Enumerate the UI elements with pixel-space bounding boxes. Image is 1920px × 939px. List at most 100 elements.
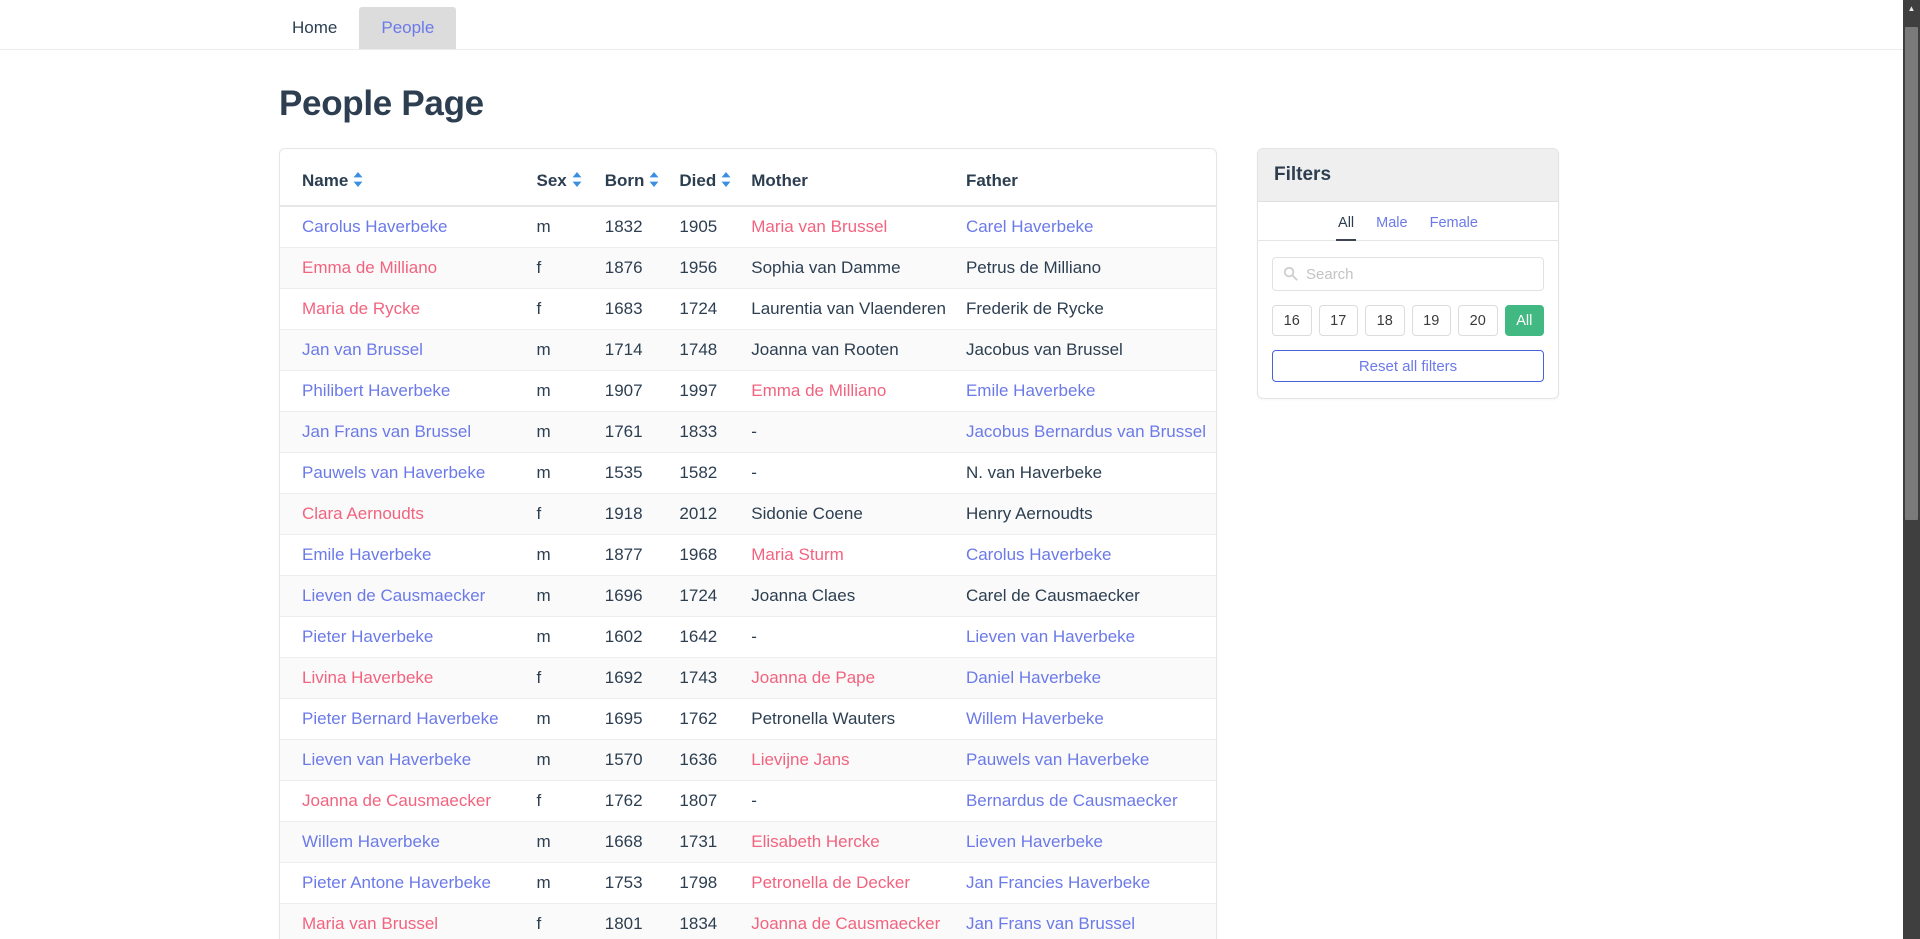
cell-mother: - xyxy=(741,452,956,494)
cell-died: 1833 xyxy=(669,411,742,453)
gender-filter-female[interactable]: Female xyxy=(1428,212,1480,241)
father-link[interactable]: Jan Francies Haverbeke xyxy=(966,873,1150,892)
search-input[interactable] xyxy=(1272,257,1544,291)
father-link[interactable]: Lieven Haverbeke xyxy=(966,832,1103,851)
person-name-link[interactable]: Emma de Milliano xyxy=(302,258,437,277)
gender-filter-all[interactable]: All xyxy=(1336,212,1357,241)
cell-person-name: Lieven de Causmaecker xyxy=(280,575,527,617)
person-name-link[interactable]: Pieter Haverbeke xyxy=(302,627,433,646)
sex-text: m xyxy=(536,586,551,605)
cell-sex: m xyxy=(526,862,595,904)
cell-father: Pauwels van Haverbeke xyxy=(955,739,1216,781)
person-name-link[interactable]: Pieter Antone Haverbeke xyxy=(302,873,491,892)
mother-link[interactable]: Lievijne Jans xyxy=(751,750,849,769)
cell-father: Frederik de Rycke xyxy=(955,288,1216,330)
cell-father: Willem Haverbeke xyxy=(955,698,1216,740)
cell-born: 1695 xyxy=(594,698,670,740)
cell-sex: m xyxy=(526,452,595,494)
cell-person-name: Lieven van Haverbeke xyxy=(280,739,527,781)
century-filter-20[interactable]: 20 xyxy=(1458,305,1498,336)
cell-sex: m xyxy=(526,575,595,617)
cell-died: 1731 xyxy=(669,821,742,863)
cell-father: Emile Haverbeke xyxy=(955,370,1216,412)
person-name-link[interactable]: Clara Aernoudts xyxy=(302,504,424,523)
reset-all-filters-button[interactable]: Reset all filters xyxy=(1272,350,1544,382)
father-link[interactable]: Pauwels van Haverbeke xyxy=(966,750,1149,769)
person-name-link[interactable]: Pauwels van Haverbeke xyxy=(302,463,485,482)
father-link[interactable]: Jacobus Bernardus van Brussel xyxy=(966,422,1206,441)
died-text: 1956 xyxy=(679,258,718,277)
died-text: 1834 xyxy=(679,914,718,933)
person-name-link[interactable]: Maria van Brussel xyxy=(302,914,438,933)
father-link[interactable]: Carolus Haverbeke xyxy=(966,545,1112,564)
cell-person-name: Pauwels van Haverbeke xyxy=(280,452,527,494)
died-text: 1731 xyxy=(679,832,718,851)
father-link[interactable]: Bernardus de Causmaecker xyxy=(966,791,1178,810)
mother-link[interactable]: Emma de Milliano xyxy=(751,381,886,400)
cell-born: 1753 xyxy=(594,862,670,904)
mother-link[interactable]: Joanna de Causmaecker xyxy=(751,914,940,933)
century-filter-19[interactable]: 19 xyxy=(1411,305,1451,336)
mother-link[interactable]: Maria Sturm xyxy=(751,545,844,564)
person-name-link[interactable]: Willem Haverbeke xyxy=(302,832,440,851)
born-text: 1714 xyxy=(604,340,643,359)
sort-arrows-icon[interactable] xyxy=(721,172,731,187)
father-link[interactable]: Carel Haverbeke xyxy=(966,217,1094,236)
cell-died: 1724 xyxy=(669,288,742,330)
table-row: Livina Haverbeke f 1692 1743 Joanna de Pape D… xyxy=(280,657,1216,699)
person-name-link[interactable]: Lieven de Causmaecker xyxy=(302,586,485,605)
column-header-name[interactable]: Name xyxy=(280,149,527,207)
father-text: Henry Aernoudts xyxy=(965,504,1093,523)
person-name-link[interactable]: Lieven van Haverbeke xyxy=(302,750,471,769)
sex-text: m xyxy=(536,381,551,400)
cell-person-name: Jan van Brussel xyxy=(280,329,527,371)
mother-link[interactable]: Maria van Brussel xyxy=(751,217,887,236)
sex-text: m xyxy=(536,217,551,236)
scrollbar-up-arrow-icon[interactable]: ▲ xyxy=(1903,0,1920,17)
scrollbar-thumb[interactable] xyxy=(1905,27,1918,520)
column-header-father: Father xyxy=(955,149,1216,207)
century-filter-17[interactable]: 17 xyxy=(1318,305,1358,336)
person-name-link[interactable]: Livina Haverbeke xyxy=(302,668,433,687)
father-link[interactable]: Emile Haverbeke xyxy=(966,381,1095,400)
person-name-link[interactable]: Emile Haverbeke xyxy=(302,545,431,564)
person-name-link[interactable]: Pieter Bernard Haverbeke xyxy=(302,709,499,728)
column-header-sex[interactable]: Sex xyxy=(526,149,595,207)
century-filter-16[interactable]: 16 xyxy=(1272,305,1312,336)
father-link[interactable]: Daniel Haverbeke xyxy=(966,668,1101,687)
father-link[interactable]: Lieven van Haverbeke xyxy=(966,627,1135,646)
nav-tab-people[interactable]: People xyxy=(359,7,457,49)
sex-text: f xyxy=(536,914,542,933)
sort-arrows-icon[interactable] xyxy=(572,172,582,187)
father-link[interactable]: Willem Haverbeke xyxy=(966,709,1104,728)
person-name-link[interactable]: Joanna de Causmaecker xyxy=(302,791,491,810)
page-scrollbar[interactable]: ▲ xyxy=(1903,0,1920,939)
father-link[interactable]: Jan Frans van Brussel xyxy=(966,914,1135,933)
cell-died: 1798 xyxy=(669,862,742,904)
mother-link[interactable]: Joanna de Pape xyxy=(751,668,875,687)
cell-father: Jan Francies Haverbeke xyxy=(955,862,1216,904)
column-header-born[interactable]: Born xyxy=(594,149,670,207)
century-filter-18[interactable]: 18 xyxy=(1365,305,1405,336)
search-field-wrapper xyxy=(1258,241,1558,291)
person-name-link[interactable]: Jan Frans van Brussel xyxy=(302,422,471,441)
nav-tab-home[interactable]: Home xyxy=(270,7,359,49)
sort-arrows-icon[interactable] xyxy=(353,172,363,187)
century-filter-all[interactable]: All xyxy=(1504,305,1544,336)
mother-link[interactable]: Petronella de Decker xyxy=(751,873,910,892)
person-name-link[interactable]: Philibert Haverbeke xyxy=(302,381,450,400)
person-name-link[interactable]: Jan van Brussel xyxy=(302,340,423,359)
person-name-link[interactable]: Carolus Haverbeke xyxy=(302,217,448,236)
sort-arrows-icon[interactable] xyxy=(649,172,659,187)
cell-died: 1834 xyxy=(669,903,742,939)
gender-filter-male[interactable]: Male xyxy=(1374,212,1409,241)
table-row: Philibert Haverbeke m 1907 1997 Emma de Mill… xyxy=(280,370,1216,412)
sex-text: m xyxy=(536,340,551,359)
cell-born: 1602 xyxy=(594,616,670,658)
person-name-link[interactable]: Maria de Rycke xyxy=(302,299,420,318)
column-header-died[interactable]: Died xyxy=(669,149,742,207)
cell-died: 1997 xyxy=(669,370,742,412)
mother-link[interactable]: Elisabeth Hercke xyxy=(751,832,880,851)
mother-text: - xyxy=(751,791,757,810)
cell-sex: f xyxy=(526,288,595,330)
